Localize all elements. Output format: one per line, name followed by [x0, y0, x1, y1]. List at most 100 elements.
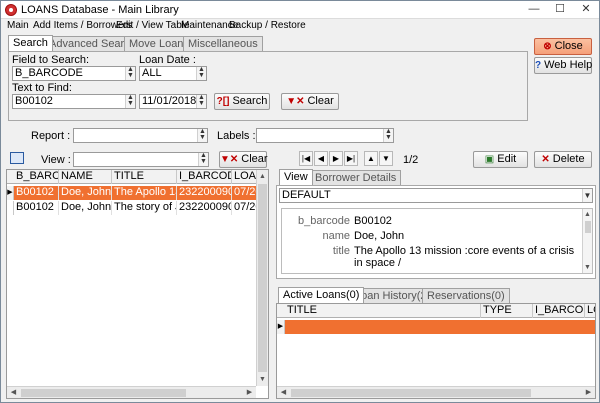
maximize-button[interactable]: ☐	[547, 2, 573, 18]
delete-button-label: Delete	[552, 153, 585, 165]
view-layout-select[interactable]: DEFAULT ▼	[279, 188, 593, 203]
detail-scrollbar[interactable]: ▲ ▼	[582, 209, 592, 273]
view-clear-button[interactable]: ▼✕ Clear	[219, 151, 268, 168]
table-row[interactable]: ▶ B00102 Doe, John The Apollo 13 m 23220…	[7, 186, 268, 200]
field-to-search-label: Field to Search:	[12, 54, 90, 66]
close-button[interactable]: ⊗ Close	[534, 38, 592, 55]
first-record-icon[interactable]: |◀	[299, 151, 313, 166]
menu-main[interactable]: Main	[7, 20, 29, 31]
delete-icon: ✕	[541, 154, 550, 165]
field-value: The Apollo 13 mission :core events of a …	[354, 245, 575, 269]
tab-view[interactable]: View	[279, 169, 313, 185]
loans-grid[interactable]: B_BARCC NAME TITLE I_BARCODE LOAN ▶ B001…	[6, 169, 269, 399]
loan-date-label: Loan Date :	[139, 54, 196, 66]
report-select[interactable]: ▲ ▼	[73, 128, 208, 143]
tab-borrower-details[interactable]: Borrower Details	[310, 170, 402, 185]
minimize-button[interactable]: —	[521, 2, 547, 18]
scroll-right-icon[interactable]: ▶	[583, 387, 594, 398]
scroll-left-icon[interactable]: ◀	[278, 387, 289, 398]
loan-date-select[interactable]: ALL ▲ ▼	[139, 66, 207, 81]
grid-horizontal-scrollbar[interactable]: ◀ ▶	[7, 386, 256, 398]
spin-arrow-icon: ▲ ▼	[383, 129, 393, 142]
search-clear-button[interactable]: ▼✕ Clear	[281, 93, 339, 110]
tab-active-loans[interactable]: Active Loans(0)	[278, 287, 365, 303]
search-button[interactable]: ?[] Search	[214, 93, 270, 110]
main-window: LOANS Database - Main Library — ☐ ✕ Main…	[0, 0, 600, 403]
loans-horizontal-scrollbar[interactable]: ◀ ▶	[277, 386, 595, 398]
delete-button[interactable]: ✕ Delete	[534, 151, 592, 168]
menu-bar: Main Add Items / Borrowers Edit / View T…	[1, 19, 599, 34]
next-record-icon[interactable]: ▶	[329, 151, 343, 166]
web-help-button[interactable]: ? Web Help	[534, 57, 592, 74]
field-to-search-value: B_BARCODE	[15, 67, 83, 79]
grid-vertical-scrollbar[interactable]: ▲ ▼	[256, 170, 268, 386]
prev-record-icon[interactable]: ◀	[314, 151, 328, 166]
scrollbar-thumb[interactable]	[585, 221, 591, 233]
table-row[interactable]: B00102 Doe, John The story of Ja 2322000…	[7, 201, 268, 215]
view-label: View :	[41, 154, 71, 166]
window-title: LOANS Database - Main Library	[21, 4, 179, 16]
tab-search[interactable]: Search	[8, 35, 53, 51]
column-header-title[interactable]: TITLE	[112, 170, 177, 184]
scroll-up-icon[interactable]: ▲	[583, 209, 592, 220]
cell-b-barcode: B00102	[14, 186, 59, 200]
scroll-down-icon[interactable]: ▼	[257, 374, 268, 385]
cell-title: The story of Ja	[112, 201, 177, 215]
column-header-i-barcode[interactable]: I_BARCODE	[177, 170, 232, 184]
edit-button-label: Edit	[497, 153, 517, 165]
table-row[interactable]: ▶	[277, 320, 595, 334]
last-record-icon[interactable]: ▶|	[344, 151, 358, 166]
field-key: title	[332, 245, 350, 257]
tab-reservations[interactable]: Reservations(0)	[422, 288, 510, 303]
column-header-title[interactable]: TITLE	[285, 304, 481, 318]
row-indicator-icon: ▶	[277, 320, 285, 334]
menu-backup-restore[interactable]: Backup / Restore	[229, 20, 306, 31]
cell-loan: 07/20	[234, 201, 257, 215]
scrollbar-thumb[interactable]	[291, 389, 531, 397]
scrollbar-thumb[interactable]	[258, 184, 267, 372]
column-header-i-barcode[interactable]: I_BARCODE	[533, 304, 585, 318]
row-indicator	[7, 201, 14, 215]
close-icon: ⊗	[543, 41, 552, 52]
calendar-icon[interactable]	[10, 152, 24, 164]
column-header-loan[interactable]: LO	[585, 304, 595, 318]
column-header-name[interactable]: NAME	[59, 170, 112, 184]
help-icon: ?	[535, 60, 542, 71]
tab-miscellaneous[interactable]: Miscellaneous	[183, 36, 263, 51]
spin-arrow-icon: ▲ ▼	[196, 67, 206, 80]
text-to-find-input[interactable]: B00102 ▲ ▼	[12, 94, 136, 109]
menu-edit-view-table[interactable]: Edit / View Table	[116, 20, 190, 31]
move-down-icon[interactable]: ▼	[379, 151, 393, 166]
web-help-label: Web Help	[544, 59, 593, 71]
search-panel: Field to Search: B_BARCODE ▲ ▼ Loan Date …	[8, 51, 528, 121]
edit-icon: ▣	[484, 154, 495, 165]
labels-select[interactable]: ▲ ▼	[256, 128, 394, 143]
column-header-b-barcode[interactable]: B_BARCC	[14, 170, 59, 184]
scroll-down-icon[interactable]: ▼	[583, 262, 592, 273]
search-icon: ?[]	[216, 96, 230, 107]
field-value: Doe, John	[354, 230, 405, 242]
scroll-up-icon[interactable]: ▲	[257, 171, 268, 182]
row-indicator-icon: ▶	[7, 186, 14, 200]
loan-date-input[interactable]: 11/01/2018 ▲ ▼	[139, 94, 207, 109]
edit-button[interactable]: ▣ Edit	[473, 151, 528, 168]
text-to-find-value: B00102	[15, 95, 53, 107]
column-header-type[interactable]: TYPE	[481, 304, 533, 318]
move-up-icon[interactable]: ▲	[364, 151, 378, 166]
grid-header: B_BARCC NAME TITLE I_BARCODE LOAN	[7, 170, 268, 184]
scrollbar-thumb[interactable]	[21, 389, 186, 397]
clear-filter-icon: ▼✕	[286, 96, 305, 107]
close-button-label: Close	[554, 40, 583, 52]
active-loans-grid[interactable]: TITLE TYPE I_BARCODE LO ▶ ◀ ▶	[276, 303, 596, 399]
scroll-right-icon[interactable]: ▶	[244, 387, 255, 398]
text-to-find-label: Text to Find:	[12, 82, 72, 94]
cell-b-barcode: B00102	[14, 201, 59, 215]
window-close-button[interactable]: ✕	[573, 2, 599, 18]
view-select[interactable]: ▲ ▼	[73, 152, 209, 167]
page-indicator: 1/2	[403, 154, 419, 166]
field-to-search-select[interactable]: B_BARCODE ▲ ▼	[12, 66, 136, 81]
field-value: B00102	[354, 215, 392, 227]
spin-arrow-icon: ▲ ▼	[197, 129, 207, 142]
scroll-left-icon[interactable]: ◀	[8, 387, 19, 398]
cell-loan: 07/20	[232, 186, 257, 200]
